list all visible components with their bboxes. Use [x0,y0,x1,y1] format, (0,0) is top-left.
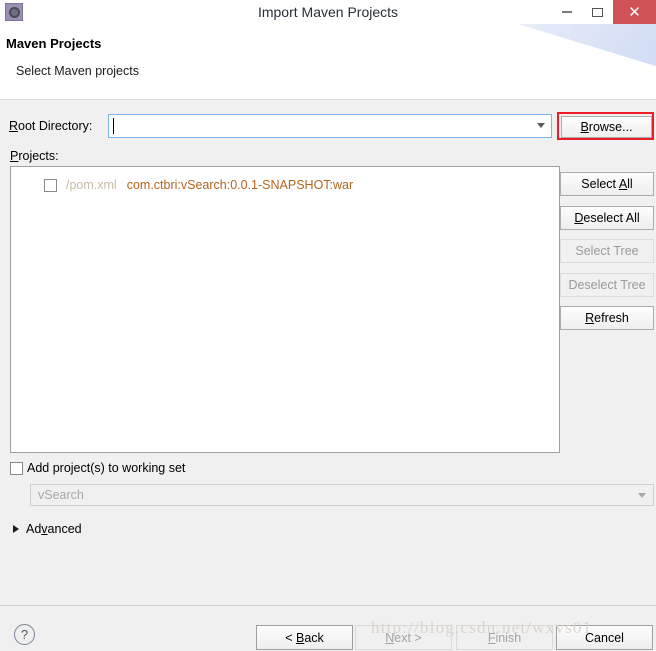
minimize-button[interactable] [551,0,582,24]
advanced-post: anced [47,522,82,536]
back-button[interactable]: < Back [256,625,353,650]
project-pom-path: /pom.xml [66,178,117,192]
close-icon: ✕ [628,4,641,21]
back-post: ack [304,630,324,645]
minimize-icon [561,11,572,13]
help-icon[interactable]: ? [14,624,35,645]
back-pre: < [285,630,296,645]
help-glyph: ? [20,627,29,642]
finish-button: Finish [456,625,553,650]
list-item[interactable]: /pom.xml com.ctbri:vSearch:0.0.1-SNAPSHO… [11,175,559,195]
select-all-post: ll [627,177,633,191]
working-set-selected-value: vSearch [38,488,84,502]
maximize-button[interactable] [582,0,613,24]
working-set-combo: vSearch [30,484,654,506]
root-directory-label-rest: oot Directory: [18,119,93,133]
close-button[interactable]: ✕ [613,0,656,24]
select-all-button[interactable]: Select All [560,172,654,196]
select-all-mnemonic: A [618,177,628,191]
deselect-all-post: eselect All [583,211,640,225]
select-tree-label: Select Tree [575,244,639,258]
browse-highlight-annotation: Browse... [557,112,654,140]
advanced-expander[interactable]: Advanced [13,522,82,536]
refresh-post: efresh [594,311,629,325]
cancel-label: Cancel [585,630,624,645]
deselect-tree-label: Deselect Tree [568,278,646,292]
root-directory-label-mnemonic: R [9,119,19,133]
refresh-mnemonic: R [585,311,595,325]
browse-label-rest: rowse... [588,120,633,134]
chevron-down-icon[interactable] [537,123,545,128]
projects-list[interactable]: /pom.xml com.ctbri:vSearch:0.0.1-SNAPSHO… [10,166,560,453]
next-mnemonic: N [385,630,395,645]
browse-mnemonic: B [580,120,589,134]
working-set-checkbox-label: Add project(s) to working set [27,461,186,475]
deselect-all-button[interactable]: Deselect All [560,206,654,230]
working-set-checkbox[interactable] [10,461,23,475]
chevron-down-icon [638,493,646,498]
page-title: Maven Projects [6,36,102,51]
project-checkbox[interactable] [44,178,57,192]
title-bar: Import Maven Projects ✕ [0,0,656,25]
project-artifact-id: com.ctbri:vSearch:0.0.1-SNAPSHOT:war [126,178,354,192]
page-subtitle: Select Maven projects [16,64,139,78]
refresh-button[interactable]: Refresh [560,306,654,330]
advanced-pre: Ad [26,522,42,536]
maximize-icon [592,7,603,17]
header-decoration [428,24,656,70]
projects-label-rest: rojects: [18,149,59,163]
next-button: Next > [355,625,452,650]
root-directory-input[interactable] [115,117,530,135]
chevron-right-icon [13,525,19,533]
wizard-header: Maven Projects Select Maven projects [0,24,656,100]
advanced-label: Advanced [26,522,82,536]
select-tree-button: Select Tree [560,239,654,263]
root-directory-label: Root Directory: [9,119,92,133]
select-all-pre: Select [581,177,619,191]
cancel-button[interactable]: Cancel [556,625,653,650]
deselect-tree-button: Deselect Tree [560,273,654,297]
projects-label: Projects: [10,149,59,163]
next-post: ext > [394,630,422,645]
working-set-checkbox-row[interactable]: Add project(s) to working set [10,461,185,475]
text-caret [113,118,114,134]
finish-post: inish [495,630,522,645]
browse-button[interactable]: Browse... [561,116,652,138]
root-directory-combo[interactable] [108,114,552,138]
